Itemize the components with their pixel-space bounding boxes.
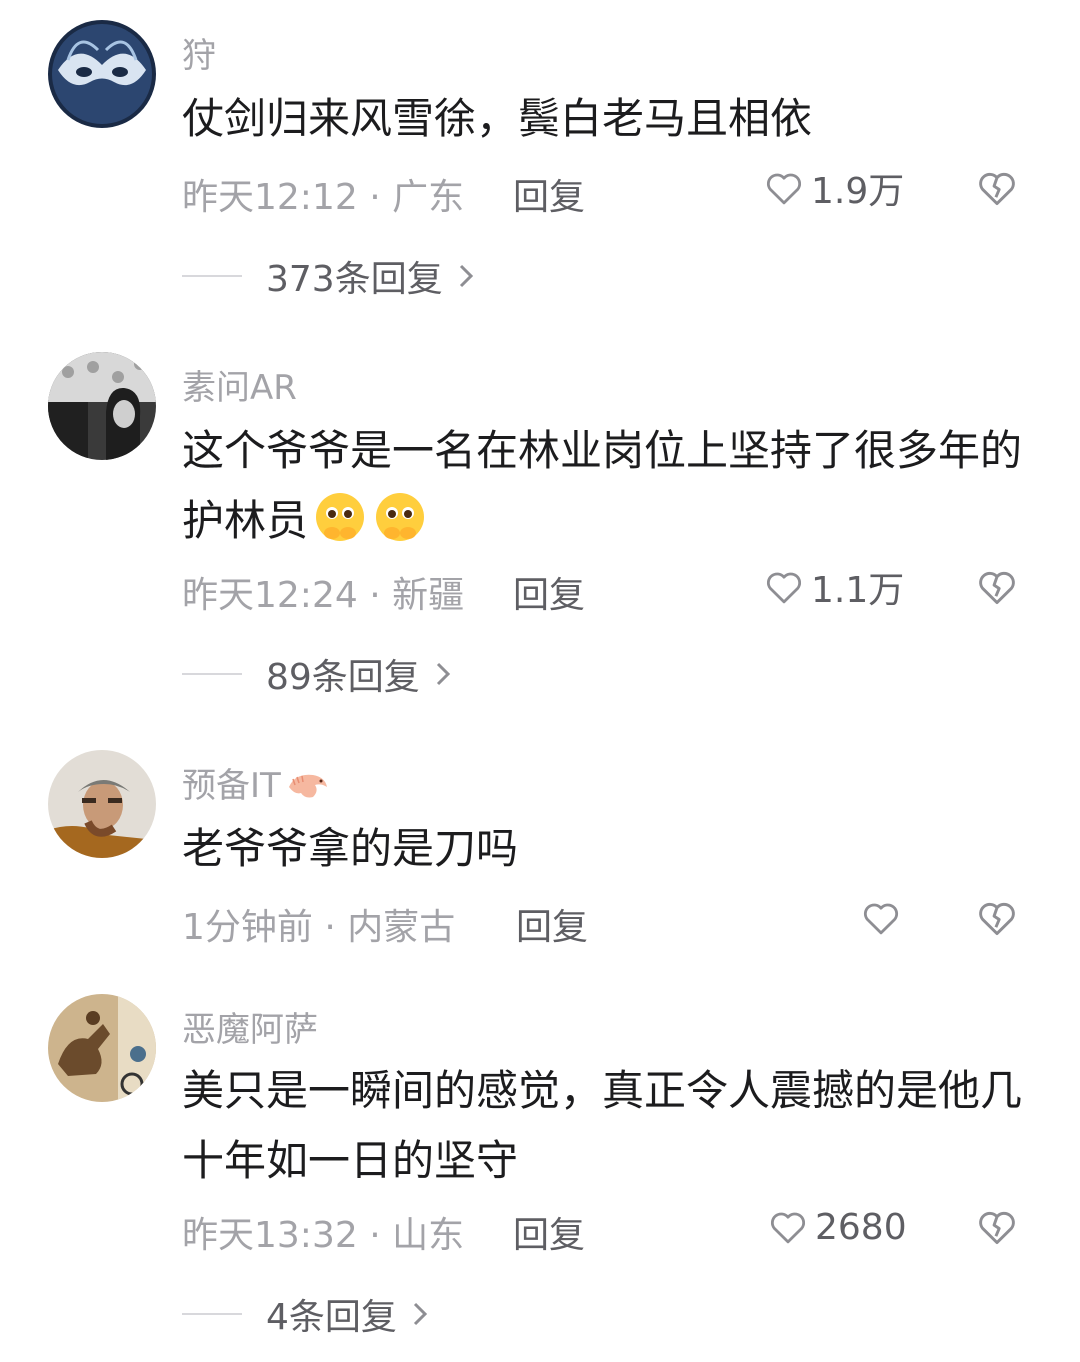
avatar[interactable] <box>48 750 156 858</box>
chevron-right-icon <box>413 1302 428 1326</box>
like-button[interactable]: 1.1万 <box>763 565 904 611</box>
comment-text: 仗剑归来风雪徐，鬓白老马且相依 <box>182 94 813 143</box>
like-count: 1.1万 <box>811 570 905 611</box>
reply-button[interactable]: 回复 <box>516 898 588 950</box>
woman-photo-avatar-image <box>48 352 156 460</box>
divider-line <box>182 673 242 675</box>
like-count: 1.9万 <box>811 171 905 212</box>
dislike-button[interactable] <box>975 1205 1019 1249</box>
comment-time-location: 1分钟前 · 内蒙古 <box>182 907 456 948</box>
horseman-avatar-image <box>48 994 156 1102</box>
dislike-button[interactable] <box>975 565 1019 609</box>
like-button[interactable]: 1.9万 <box>763 166 904 212</box>
comment-text: 老爷爷拿的是刀吗 <box>182 824 519 873</box>
heart-outline-icon <box>766 173 802 205</box>
avatar[interactable] <box>48 994 156 1102</box>
reply-count: 4条回复 <box>266 1297 397 1338</box>
username[interactable]: 素问AR <box>182 360 297 409</box>
comment-time-location: 昨天13:32 · 山东 <box>182 1215 465 1256</box>
username[interactable]: 狩 <box>182 28 216 77</box>
broken-heart-icon <box>979 172 1015 206</box>
view-replies-button[interactable]: 373条回复 <box>182 254 477 300</box>
reply-count: 89条回复 <box>266 657 420 698</box>
divider-line <box>182 1313 242 1315</box>
like-button[interactable]: 2680 <box>767 1205 907 1249</box>
username[interactable]: 恶魔阿萨 <box>182 1002 318 1051</box>
divider-line <box>182 275 242 277</box>
heart-outline-icon <box>770 1212 806 1244</box>
dislike-button[interactable] <box>975 896 1019 940</box>
heart-outline-icon <box>766 572 802 604</box>
pleading-face-emoji <box>376 493 425 541</box>
like-button[interactable] <box>860 896 908 940</box>
reply-count: 373条回复 <box>266 259 443 300</box>
comment-time-location: 昨天12:24 · 新疆 <box>182 575 465 616</box>
comment-text-content: 这个爷爷是一名在林业岗位上坚持了很多年的护林员 <box>182 426 1023 545</box>
view-replies-button[interactable]: 4条回复 <box>182 1292 431 1338</box>
comment-text: 美只是一瞬间的感觉，真正令人震撼的是他几十年如一日的坚守 <box>182 1066 1023 1185</box>
reply-button[interactable]: 回复 <box>513 566 585 618</box>
comment-text: 这个爷爷是一名在林业岗位上坚持了很多年的护林员 <box>182 416 1022 556</box>
heart-outline-icon <box>863 903 899 935</box>
avatar[interactable] <box>48 352 156 460</box>
man-cap-avatar-image <box>48 750 156 858</box>
avatar[interactable] <box>48 20 156 128</box>
view-replies-button[interactable]: 89条回复 <box>182 652 454 698</box>
reply-button[interactable]: 回复 <box>513 1206 585 1258</box>
broken-heart-icon <box>979 571 1015 605</box>
reply-button[interactable]: 回复 <box>513 168 585 220</box>
username-text: 预备IT <box>182 766 281 806</box>
dislike-button[interactable] <box>975 166 1019 210</box>
like-count: 2680 <box>815 1206 907 1248</box>
username[interactable]: 预备IT <box>182 758 331 807</box>
broken-heart-icon <box>979 1211 1015 1245</box>
pleading-face-emoji <box>316 493 365 541</box>
chevron-right-icon <box>459 264 473 288</box>
broken-heart-icon <box>979 902 1015 936</box>
chevron-right-icon <box>436 662 450 686</box>
mask-avatar-image <box>48 20 156 128</box>
shrimp-icon <box>288 774 327 798</box>
comment-time-location: 昨天12:12 · 广东 <box>182 177 465 218</box>
